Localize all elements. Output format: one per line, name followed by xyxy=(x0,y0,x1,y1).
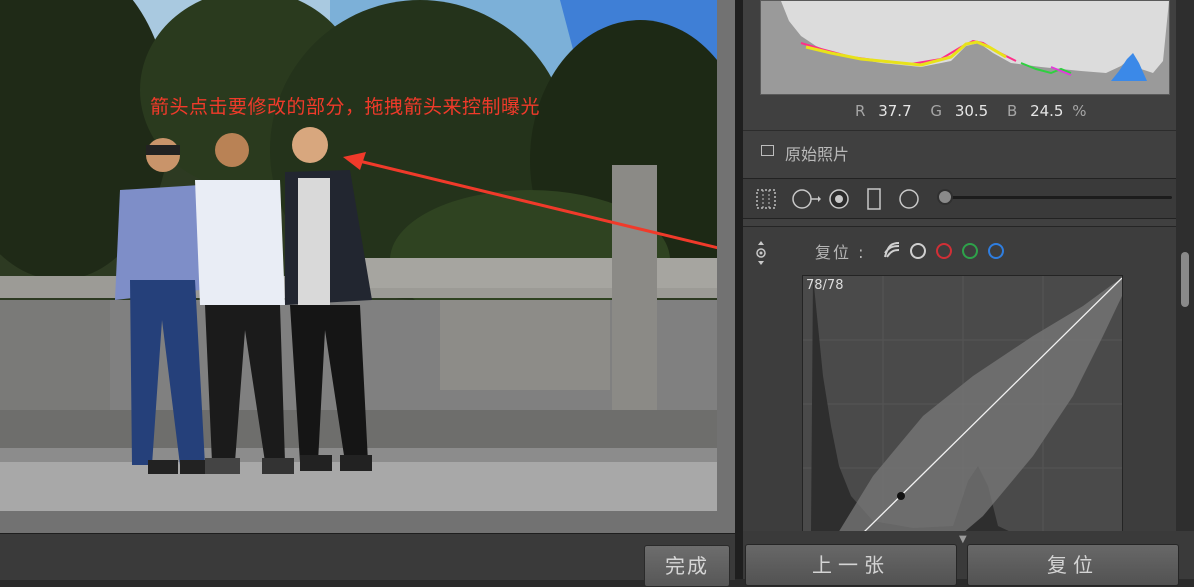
b-value: 24.5 xyxy=(1030,102,1064,120)
red-eye-icon[interactable] xyxy=(828,188,850,210)
luminosity-curve-icon[interactable] xyxy=(882,241,902,259)
done-button[interactable]: 完成 xyxy=(644,545,730,587)
original-photo-label: 原始照片 xyxy=(785,145,850,164)
photo-preview[interactable] xyxy=(0,0,717,511)
curve-reset-label[interactable]: 复位 : xyxy=(815,239,865,263)
photo-image xyxy=(0,0,717,511)
r-value: 37.7 xyxy=(878,102,912,120)
rgb-readout: R 37.7 G 30.5 B 24.5 % xyxy=(855,102,1095,120)
tone-curve-svg xyxy=(803,276,1122,533)
reset-button[interactable]: 复位 xyxy=(967,544,1179,586)
radial-filter-icon[interactable] xyxy=(898,188,920,210)
bottom-toolbar xyxy=(0,533,735,580)
tutorial-annotation: 箭头点击要修改的部分，拖拽箭头来控制曝光 xyxy=(150,96,541,118)
crop-grid-icon[interactable] xyxy=(755,188,777,210)
spot-removal-icon[interactable] xyxy=(791,188,821,210)
panel-footer: ▼ 上一张 复位 xyxy=(743,531,1194,586)
curve-point-readout: 78/78 xyxy=(806,278,844,293)
red-channel-button[interactable] xyxy=(936,243,952,259)
graduated-filter-icon[interactable] xyxy=(867,188,881,210)
g-value: 30.5 xyxy=(954,102,989,120)
brush-slider-knob[interactable] xyxy=(937,189,953,205)
brush-slider-track[interactable] xyxy=(940,196,1172,199)
green-channel-button[interactable] xyxy=(962,243,978,259)
tone-curve-panel: 复位 : 78/78 xyxy=(743,226,1176,534)
tone-curve-graph[interactable]: 78/78 xyxy=(802,275,1123,534)
previous-button[interactable]: 上一张 xyxy=(745,544,957,586)
separator xyxy=(743,130,1176,131)
g-label: G xyxy=(930,102,943,120)
target-adjust-icon[interactable] xyxy=(754,241,768,265)
histogram xyxy=(760,0,1170,95)
panel-divider xyxy=(735,0,743,579)
blue-channel-button[interactable] xyxy=(988,243,1004,259)
scrollbar-thumb[interactable] xyxy=(1181,252,1189,307)
develop-panel: R 37.7 G 30.5 B 24.5 % 原始照片 复位: 78/78 ▼… xyxy=(743,0,1194,586)
histogram-graph xyxy=(761,1,1169,94)
r-label: R xyxy=(855,102,866,120)
original-photo-checkbox[interactable] xyxy=(761,145,774,156)
percent-unit: % xyxy=(1072,102,1087,120)
photo-canvas-area: 箭头点击要修改的部分，拖拽箭头来控制曝光 完成 xyxy=(0,0,735,587)
panel-scrollbar[interactable] xyxy=(1176,0,1194,531)
collapse-arrow-icon[interactable]: ▼ xyxy=(959,534,967,545)
b-label: B xyxy=(1007,102,1018,120)
rgb-channel-button[interactable] xyxy=(910,243,926,259)
